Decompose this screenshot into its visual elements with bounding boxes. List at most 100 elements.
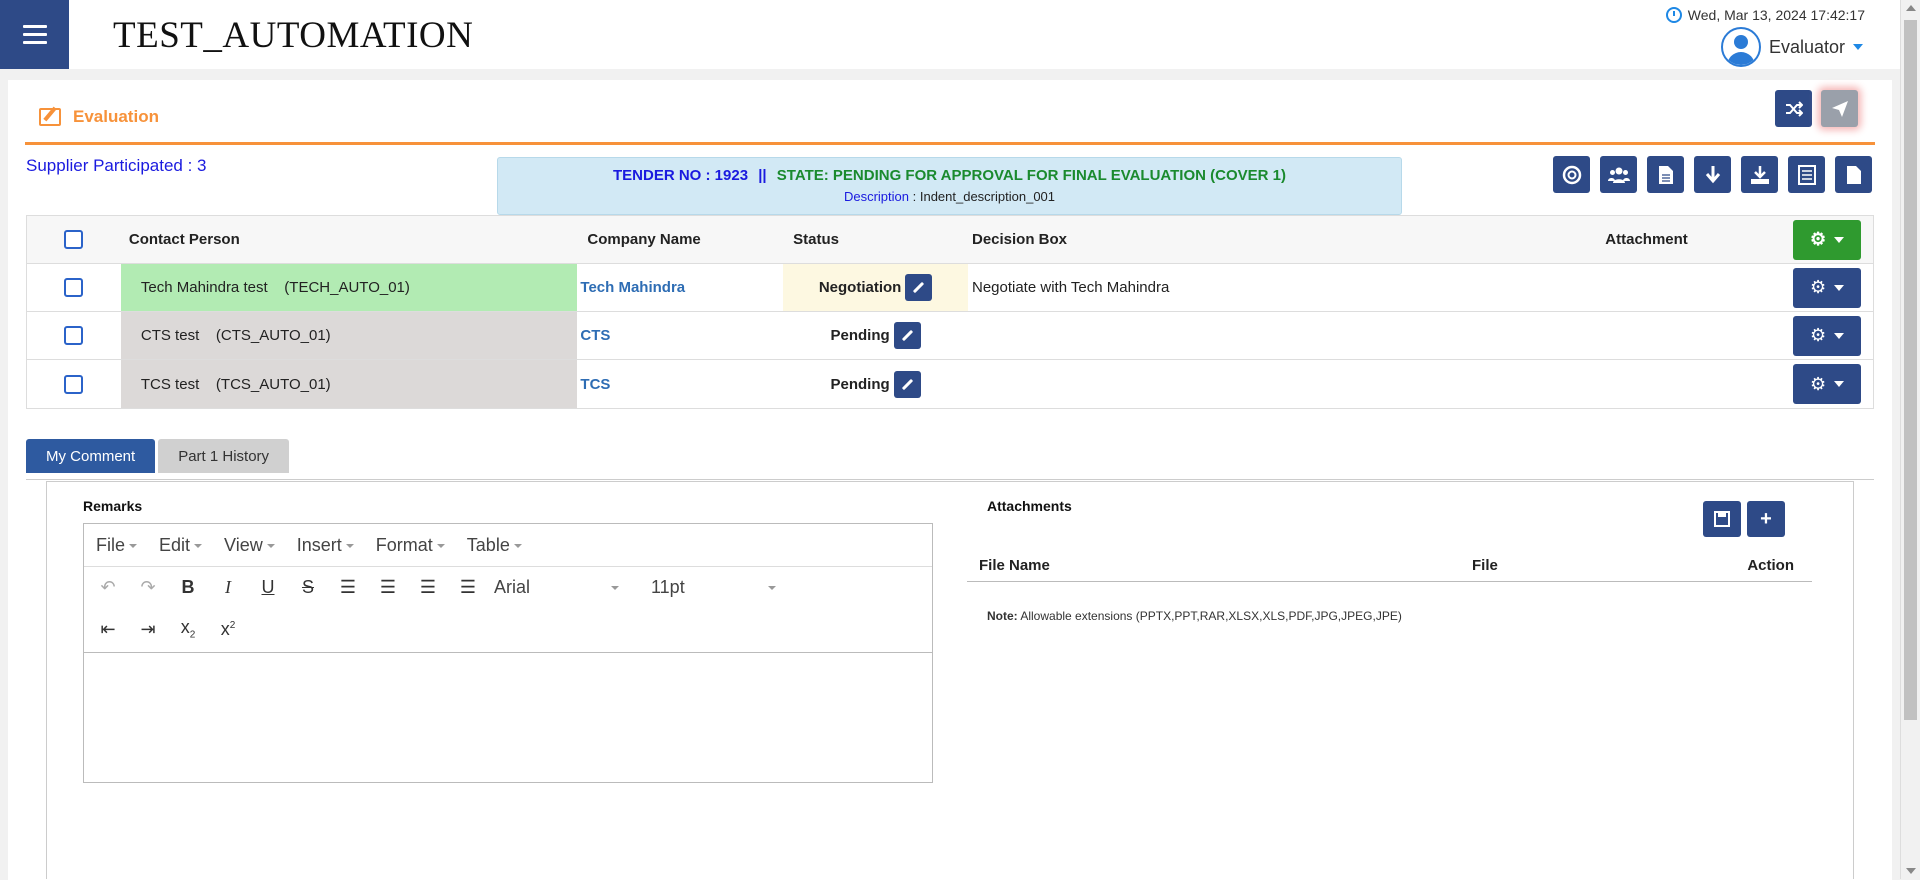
tab-bar: My Comment Part 1 History xyxy=(26,439,290,473)
arrow-down-icon xyxy=(1705,165,1720,183)
subscript-icon[interactable]: x2 xyxy=(174,617,202,641)
outdent-icon[interactable]: ⇤ xyxy=(94,619,122,640)
users-icon xyxy=(1607,167,1630,183)
top-bar: TEST_AUTOMATION Wed, Mar 13, 2024 17:42:… xyxy=(0,0,1900,69)
gear-icon: ⚙ xyxy=(1809,325,1827,345)
users-button[interactable] xyxy=(1600,156,1637,193)
save-attachment-button[interactable] xyxy=(1703,501,1741,537)
download-tray-button[interactable] xyxy=(1741,156,1778,193)
superscript-icon[interactable]: x2 xyxy=(214,619,242,640)
chevron-down-icon xyxy=(1834,236,1845,243)
description-label: Description xyxy=(843,189,909,204)
table-row: TCS test (TCS_AUTO_01) TCS Pending ⚙ xyxy=(27,360,1873,408)
scroll-up-icon[interactable] xyxy=(1906,5,1916,11)
strikethrough-icon[interactable]: S xyxy=(294,577,322,598)
row-actions-button[interactable]: ⚙ xyxy=(1793,267,1862,308)
status-text: Pending xyxy=(830,375,890,393)
italic-icon[interactable]: I xyxy=(214,577,242,598)
tender-separator: || xyxy=(758,167,767,184)
underline-icon[interactable]: U xyxy=(254,577,282,598)
lifebuoy-button[interactable] xyxy=(1553,156,1590,193)
align-justify-icon[interactable]: ☰ xyxy=(454,577,482,598)
send-button[interactable] xyxy=(1821,90,1858,127)
scroll-down-icon[interactable] xyxy=(1906,868,1916,874)
chevron-down-icon xyxy=(1853,44,1863,50)
company-link[interactable]: TCS xyxy=(577,360,783,408)
row-checkbox[interactable] xyxy=(64,326,84,345)
gear-icon: ⚙ xyxy=(1809,277,1827,297)
align-right-icon[interactable]: ☰ xyxy=(414,577,442,598)
user-avatar-icon xyxy=(1720,27,1761,67)
extensions-note: Note: Allowable extensions (PPTX,PPT,RAR… xyxy=(987,609,1402,623)
tender-info: TENDER NO : 1923 || STATE: PENDING FOR A… xyxy=(497,157,1402,215)
attachment-cell xyxy=(1605,360,1781,408)
tender-state: STATE: PENDING FOR APPROVAL FOR FINAL EV… xyxy=(776,167,1286,184)
bulk-actions-button[interactable]: ⚙ xyxy=(1793,219,1862,260)
clock-icon xyxy=(1665,7,1682,23)
status-text: Negotiation xyxy=(818,279,902,296)
edit-status-button[interactable] xyxy=(893,370,921,398)
tender-number: TENDER NO : 1923 xyxy=(613,167,749,184)
select-all-checkbox[interactable] xyxy=(64,230,84,249)
attachment-cell xyxy=(1605,264,1781,311)
redo-icon[interactable]: ↷ xyxy=(134,577,162,598)
edit-status-button[interactable] xyxy=(893,322,921,349)
decision-text: Negotiate with Tech Mahindra xyxy=(971,279,1170,296)
attachments-table-header: File Name File Action xyxy=(967,549,1812,582)
tab-divider xyxy=(26,479,1874,480)
row-actions-button[interactable]: ⚙ xyxy=(1793,315,1862,356)
evaluation-header: Evaluation xyxy=(25,92,1875,145)
decision-text xyxy=(968,312,1605,359)
app-title: TEST_AUTOMATION xyxy=(113,15,474,56)
editor-toolbar: ↶ ↷ B I U S ☰ ☰ ☰ ☰ Arial 11pt xyxy=(84,567,932,608)
font-size-select[interactable]: 11pt xyxy=(651,577,776,598)
header-status: Status xyxy=(793,231,840,248)
align-left-icon[interactable]: ☰ xyxy=(334,577,362,598)
user-menu[interactable]: Evaluator xyxy=(1720,27,1863,67)
note-label: Note: xyxy=(987,609,1018,623)
user-role: Evaluator xyxy=(1768,36,1845,57)
menu-file[interactable]: File xyxy=(96,535,138,556)
row-checkbox[interactable] xyxy=(64,278,84,297)
download-icon xyxy=(1750,165,1769,184)
shuffle-button[interactable] xyxy=(1775,90,1812,127)
menu-edit[interactable]: Edit xyxy=(159,535,203,556)
chevron-down-icon xyxy=(1834,332,1845,339)
download-button[interactable] xyxy=(1694,156,1731,193)
company-link[interactable]: CTS xyxy=(577,312,783,359)
page-scrollbar[interactable] xyxy=(1900,0,1920,879)
menu-insert[interactable]: Insert xyxy=(297,535,354,556)
header-attachment: Attachment xyxy=(1605,231,1688,248)
tab-part1-history[interactable]: Part 1 History xyxy=(158,439,290,473)
calculator-icon xyxy=(1797,164,1816,185)
editor-toolbar-2: ⇤ ⇥ x2 x2 xyxy=(84,608,932,650)
menu-view[interactable]: View xyxy=(224,535,275,556)
header-file: File xyxy=(1472,557,1498,574)
document-button[interactable] xyxy=(1647,156,1684,193)
file-button[interactable] xyxy=(1835,156,1872,193)
tab-my-comment[interactable]: My Comment xyxy=(26,439,156,473)
remarks-editor: File Edit View Insert Format Table ↶ ↷ B… xyxy=(83,523,933,783)
indent-icon[interactable]: ⇥ xyxy=(134,619,162,640)
edit-status-button[interactable] xyxy=(905,274,933,301)
calculator-button[interactable] xyxy=(1788,156,1825,193)
lifebuoy-icon xyxy=(1562,165,1581,184)
menu-format[interactable]: Format xyxy=(376,535,445,556)
remarks-textarea[interactable] xyxy=(84,652,932,782)
align-center-icon[interactable]: ☰ xyxy=(374,577,402,598)
bold-icon[interactable]: B xyxy=(174,577,202,598)
scroll-thumb[interactable] xyxy=(1904,20,1917,720)
header-action: Action xyxy=(1747,557,1794,574)
row-checkbox[interactable] xyxy=(64,374,84,394)
menu-icon[interactable] xyxy=(0,0,69,69)
header-decision: Decision Box xyxy=(971,231,1068,248)
add-attachment-button[interactable]: + xyxy=(1747,501,1785,537)
contact-person: TCS test (TCS_AUTO_01) xyxy=(120,360,578,408)
table-row: CTS test (CTS_AUTO_01) CTS Pending ⚙ xyxy=(27,312,1873,360)
font-family-select[interactable]: Arial xyxy=(494,577,619,598)
menu-table[interactable]: Table xyxy=(467,535,522,556)
row-actions-button[interactable]: ⚙ xyxy=(1793,364,1862,404)
undo-icon[interactable]: ↶ xyxy=(94,577,122,598)
datetime-text: Wed, Mar 13, 2024 17:42:17 xyxy=(1687,7,1865,23)
company-link[interactable]: Tech Mahindra xyxy=(577,264,783,311)
